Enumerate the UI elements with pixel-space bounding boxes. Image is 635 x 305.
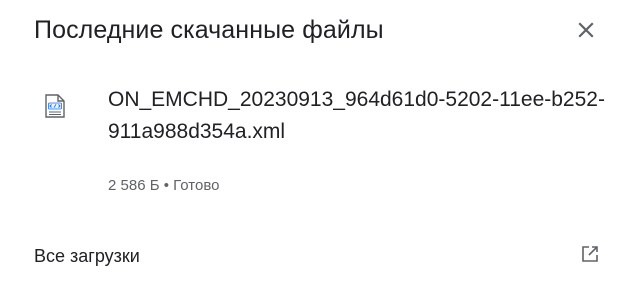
open-in-new-icon xyxy=(581,245,599,268)
all-downloads-link[interactable]: Все загрузки xyxy=(34,244,140,268)
close-button[interactable] xyxy=(570,14,602,46)
status-separator: • xyxy=(163,177,169,194)
download-size: 2 586 Б xyxy=(108,177,160,194)
panel-title: Последние скачанные файлы xyxy=(34,16,384,44)
open-downloads-page-button[interactable] xyxy=(578,244,602,268)
downloads-panel: Последние скачанные файлы ON_EMCHD_20230… xyxy=(0,0,635,305)
download-status: 2 586 Б • Готово xyxy=(108,176,220,196)
download-state: Готово xyxy=(173,177,220,194)
xml-file-icon xyxy=(44,94,66,118)
download-file-name[interactable]: ON_EMCHD_20230913_964d61d0-5202-11ee-b25… xyxy=(108,84,608,148)
download-item[interactable]: ON_EMCHD_20230913_964d61d0-5202-11ee-b25… xyxy=(34,84,609,204)
close-icon xyxy=(578,22,594,38)
